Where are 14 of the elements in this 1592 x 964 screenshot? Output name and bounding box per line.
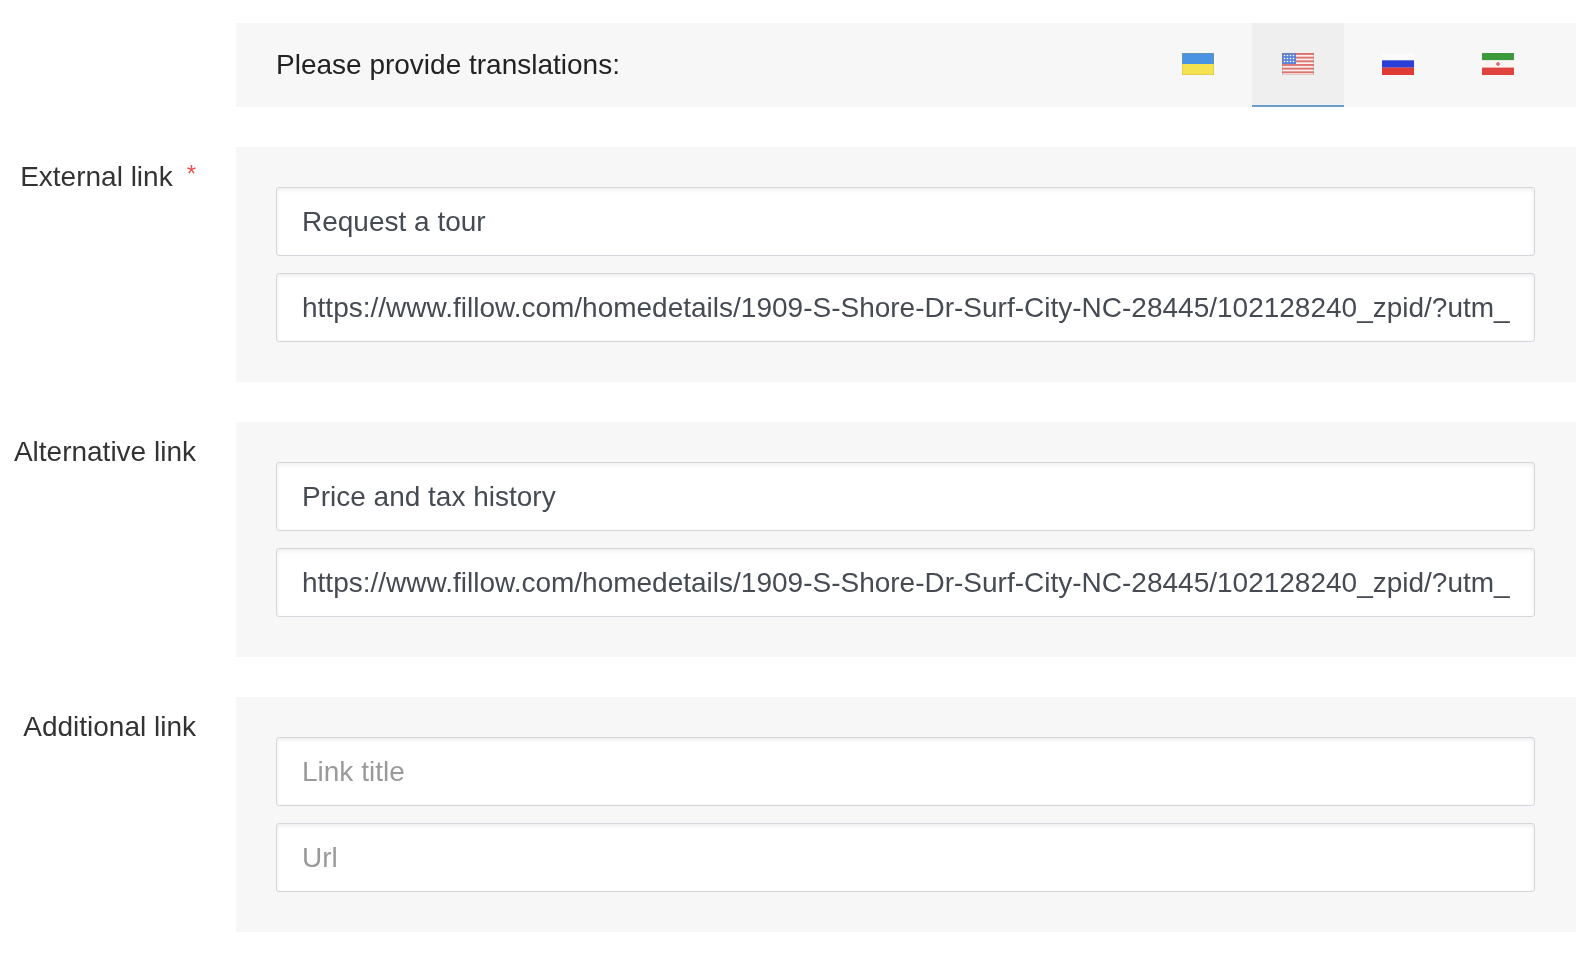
- required-mark: *: [186, 162, 196, 186]
- input-field[interactable]: https://www.fillow.com/homedetails/1909-S-Shore-Dr-Surf-City-NC-28445/102128240_zpid/?utm_: [276, 548, 1535, 617]
- input-field[interactable]: Request a tour: [276, 187, 1535, 256]
- field-label: Additional link: [23, 710, 196, 744]
- iran-flag-icon: [1482, 53, 1514, 75]
- input-field[interactable]: Url: [276, 823, 1535, 892]
- field-label: Alternative link: [13, 435, 196, 469]
- translations-label: Please provide translations:: [276, 49, 620, 81]
- usa-flag-icon: [1282, 53, 1314, 75]
- input-field[interactable]: Price and tax history: [276, 462, 1535, 531]
- input-field[interactable]: https://www.fillow.com/homedetails/1909-S-Shore-Dr-Surf-City-NC-28445/102128240_zpid/?utm_: [276, 273, 1535, 342]
- field-label: External link: [20, 160, 173, 194]
- ukraine-flag-icon: [1182, 53, 1214, 75]
- input-field[interactable]: Link title: [276, 737, 1535, 806]
